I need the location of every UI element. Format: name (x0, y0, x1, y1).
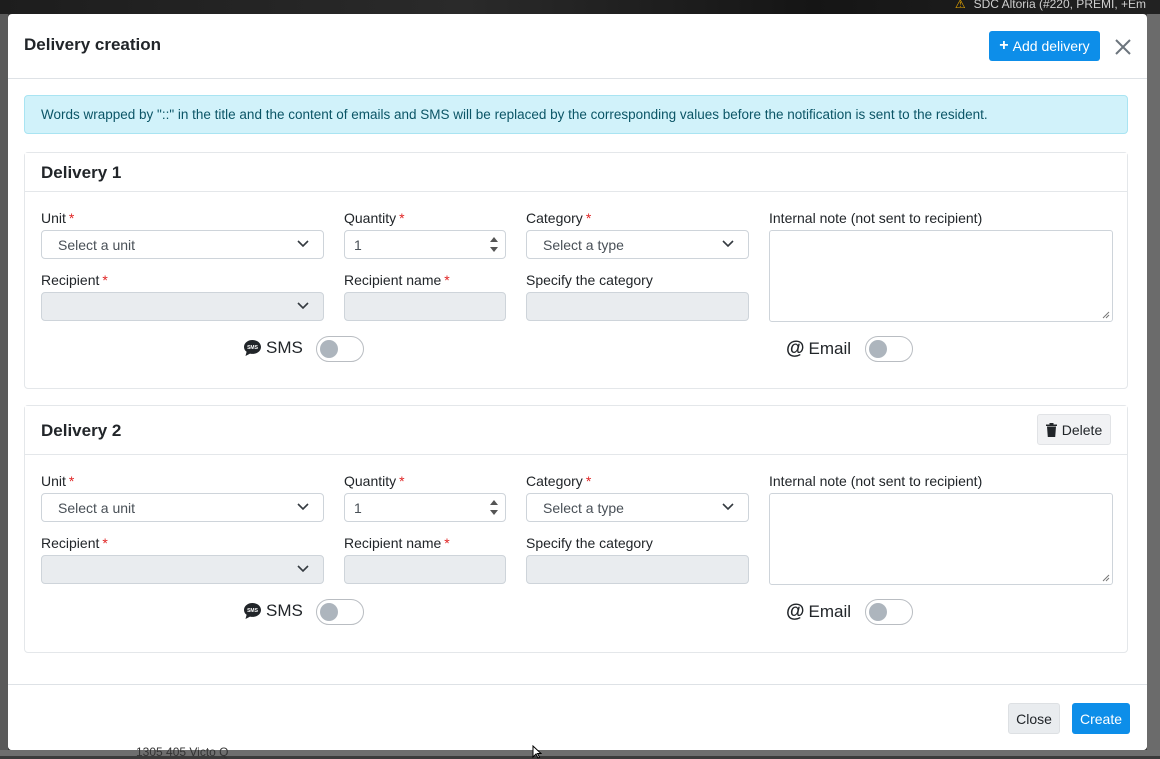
sms-toggle-label: SMS SMS (243, 338, 303, 358)
chevron-down-icon (297, 503, 309, 511)
unit-label: Unit * (41, 210, 75, 226)
category-select[interactable]: Select a type (526, 493, 749, 522)
delivery-card-1: Delivery 1 Unit * Select a unit Quantity *… (24, 152, 1128, 389)
internal-note-label: Internal note (not sent to recipient) (769, 473, 983, 489)
close-icon[interactable] (1114, 38, 1132, 56)
backdrop-bottom-text: 1305 405 Victo Q (136, 745, 229, 759)
recipient-select[interactable] (41, 555, 324, 584)
specify-category-label: Specify the category (526, 272, 653, 288)
backdrop-topbar-text: ⚠ SDC Altoria (#220, PREMI, +Em (955, 0, 1146, 11)
backdrop-left (0, 14, 8, 756)
at-sign-icon: @ (786, 338, 805, 359)
info-alert: Words wrapped by "::" in the title and t… (24, 95, 1128, 134)
chevron-down-icon (722, 240, 734, 248)
add-delivery-label: Add delivery (1012, 38, 1090, 54)
toggle-knob (320, 340, 338, 358)
chevron-down-icon (297, 302, 309, 310)
backdrop-right (1147, 14, 1160, 756)
email-toggle-label: @ Email (786, 338, 852, 359)
mouse-pointer-icon (532, 745, 542, 759)
sms-icon: SMS (244, 603, 261, 619)
quantity-input[interactable]: 1 (344, 230, 506, 259)
delivery-title: Delivery 2 (41, 421, 122, 440)
delivery-title: Delivery 1 (41, 163, 122, 182)
quantity-value: 1 (354, 237, 362, 253)
specify-category-input[interactable] (526, 292, 749, 321)
create-button[interactable]: Create (1072, 703, 1130, 734)
delete-delivery-button[interactable]: Delete (1037, 414, 1111, 445)
quantity-label: Quantity * (344, 210, 405, 226)
sms-toggle-label: SMS SMS (243, 601, 303, 621)
unit-select[interactable]: Select a unit (41, 230, 324, 259)
modal-header: Delivery creation + Add delivery (8, 14, 1147, 79)
unit-label: Unit * (41, 473, 75, 489)
warning-icon: ⚠ (954, 0, 966, 11)
unit-select[interactable]: Select a unit (41, 493, 324, 522)
toggle-knob (869, 603, 887, 621)
recipient-name-input[interactable] (344, 555, 506, 584)
quantity-value: 1 (354, 500, 362, 516)
chevron-down-icon (722, 503, 734, 511)
spinner-arrows-icon[interactable] (489, 497, 499, 518)
spinner-arrows-icon[interactable] (489, 234, 499, 255)
internal-note-label: Internal note (not sent to recipient) (769, 210, 983, 226)
resize-grip-icon[interactable] (1102, 311, 1110, 319)
chevron-down-icon (297, 565, 309, 573)
category-select-value: Select a type (543, 500, 624, 516)
modal-title: Delivery creation (24, 35, 162, 54)
recipient-name-input[interactable] (344, 292, 506, 321)
email-toggle[interactable] (865, 599, 913, 625)
svg-text:SMS: SMS (247, 608, 259, 614)
email-toggle-label: @ Email (786, 601, 852, 622)
recipient-label: Recipient * (41, 272, 108, 288)
recipient-name-label: Recipient name * (344, 272, 450, 288)
chevron-down-icon (297, 240, 309, 248)
backdrop-header: ⚠ SDC Altoria (#220, PREMI, +Em (0, 0, 1160, 14)
toggle-knob (320, 603, 338, 621)
quantity-input[interactable]: 1 (344, 493, 506, 522)
sms-toggle[interactable] (316, 599, 364, 625)
delivery-card-2: Delivery 2 Delete Unit * Select a unit Qu… (24, 405, 1128, 653)
category-label: Category * (526, 473, 592, 489)
email-toggle[interactable] (865, 336, 913, 362)
category-select-value: Select a type (543, 237, 624, 253)
category-label: Category * (526, 210, 592, 226)
recipient-label: Recipient * (41, 535, 108, 551)
recipient-name-label: Recipient name * (344, 535, 450, 551)
toggle-knob (869, 340, 887, 358)
delivery-creation-modal: Delivery creation + Add delivery Words w… (8, 14, 1147, 750)
unit-select-value: Select a unit (58, 237, 136, 253)
internal-note-textarea[interactable] (769, 230, 1113, 322)
trash-icon (1045, 422, 1057, 437)
add-delivery-button[interactable]: + Add delivery (989, 31, 1100, 61)
delivery-card-header: Delivery 1 (25, 153, 1127, 192)
modal-footer: Close Create (8, 684, 1147, 750)
specify-category-label: Specify the category (526, 535, 653, 551)
plus-icon: + (999, 37, 1009, 54)
sms-icon: SMS (244, 340, 261, 356)
internal-note-textarea[interactable] (769, 493, 1113, 585)
close-button[interactable]: Close (1008, 703, 1060, 734)
recipient-select[interactable] (41, 292, 324, 321)
quantity-label: Quantity * (344, 473, 405, 489)
svg-text:SMS: SMS (247, 345, 259, 351)
resize-grip-icon[interactable] (1102, 574, 1110, 582)
unit-select-value: Select a unit (58, 500, 136, 516)
delivery-card-header: Delivery 2 Delete (25, 406, 1127, 455)
category-select[interactable]: Select a type (526, 230, 749, 259)
at-sign-icon: @ (786, 601, 805, 622)
specify-category-input[interactable] (526, 555, 749, 584)
sms-toggle[interactable] (316, 336, 364, 362)
